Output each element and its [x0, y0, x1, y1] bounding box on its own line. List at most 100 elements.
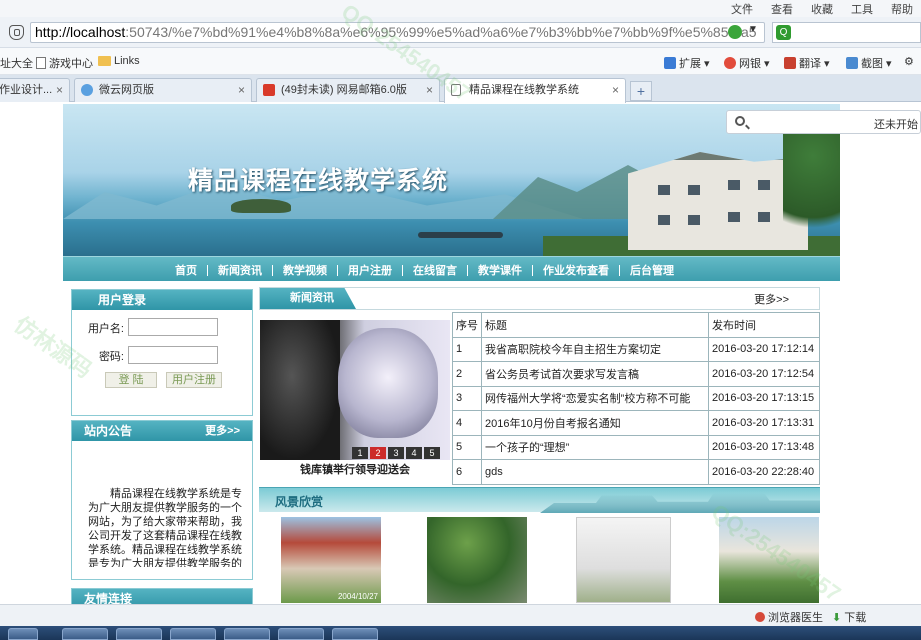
news-title-link[interactable]: 一个孩子的“理想” — [481, 434, 709, 460]
notice-text: 精品课程在线教学系统是专为广大朋友提供教学服务的一个网站，为了给大家带来帮助，我… — [88, 488, 242, 567]
security-shield-icon[interactable] — [9, 25, 24, 40]
browser-doctor-button[interactable]: 浏览器医生 — [755, 609, 823, 625]
site-title: 精品课程在线教学系统 — [188, 166, 449, 195]
password-label: 密码: — [98, 351, 124, 363]
taskbar-button[interactable] — [332, 628, 378, 640]
extensions-button[interactable]: 扩展 ▾ — [664, 55, 710, 71]
slider-dot-active[interactable]: 2 — [370, 447, 386, 459]
menu-view[interactable]: 查看 — [771, 1, 793, 17]
news-title-link[interactable]: 省公务员考试首次要求写发言稿 — [481, 361, 709, 387]
nav-admin[interactable]: 后台管理 — [630, 262, 674, 278]
fav-sites[interactable]: 址大全 — [0, 55, 33, 71]
url-dropdown-icon[interactable]: ▼ — [748, 24, 758, 35]
url-path: :50743/%e7%bd%91%e4%b8%8a%e6%95%99%e5%ad… — [125, 24, 757, 40]
news-title-link[interactable]: 我省高职院校今年自主招生方案切定 — [481, 336, 709, 362]
table-row: 4 2016年10月份自考报名通知 2016-03-20 17:13:31 — [452, 410, 820, 436]
notice-panel: 站内公告 更多>> 精品课程在线教学系统是专为广大朋友提供教学服务的一个网站，为… — [71, 420, 253, 580]
menu-help[interactable]: 帮助 — [891, 1, 913, 17]
nav-homework[interactable]: 作业发布查看 — [543, 262, 609, 278]
notice-title: 站内公告 — [84, 424, 133, 438]
toolbar-search-box[interactable]: Q — [772, 22, 921, 43]
nav-home[interactable]: 首页 — [175, 262, 197, 278]
scenery-photo-3[interactable] — [576, 517, 671, 603]
browser-menubar: » 文件 查看 收藏 工具 帮助 — [0, 0, 921, 17]
status-bar: 浏览器医生 ⬇ 下载 — [0, 604, 921, 626]
nav-register[interactable]: 用户注册 — [348, 262, 392, 278]
new-tab-button[interactable]: + — [630, 81, 652, 101]
tab-close-icon[interactable]: × — [612, 79, 619, 101]
slider-dot[interactable]: 5 — [424, 447, 440, 459]
tab-close-icon[interactable]: × — [426, 79, 433, 101]
notice-more-link[interactable]: 更多>> — [205, 421, 240, 441]
address-bar: http://localhost:50743/%e7%bd%91%e4%b8%8… — [0, 17, 921, 48]
nav-message[interactable]: 在线留言 — [413, 262, 457, 278]
tab-close-icon[interactable]: × — [238, 79, 245, 101]
translate-button[interactable]: 翻译 ▾ — [784, 55, 830, 71]
fav-links[interactable]: Links — [98, 55, 140, 67]
nav-news[interactable]: 新闻资讯 — [218, 262, 262, 278]
news-title-link[interactable]: gds — [481, 459, 709, 485]
page-search-box[interactable]: 还未开始 — [726, 110, 921, 134]
more-tools-icon[interactable]: ⚙ — [904, 55, 914, 68]
taskbar-button[interactable] — [170, 628, 216, 640]
tab-close-icon[interactable]: × — [56, 79, 63, 101]
screenshot-button[interactable]: 截图 ▾ — [846, 55, 892, 71]
page-icon — [36, 57, 46, 69]
news-table-header: 序号 标题 发布时间 — [452, 312, 820, 338]
news-title-link[interactable]: 2016年10月份自考报名通知 — [481, 410, 709, 436]
notice-header: 站内公告 更多>> — [72, 421, 252, 441]
col-time: 发布时间 — [708, 312, 820, 338]
news-tab[interactable]: 新闻资讯 — [260, 288, 356, 309]
url-host: http://localhost — [35, 24, 126, 40]
scenery-title: 风景欣赏 — [275, 495, 324, 509]
login-panel: 用户登录 用户名: 密码: 登 陆 用户注册 — [71, 289, 253, 416]
tab-bar: 作业设计... × 微云网页版 × (49封未读) 网易邮箱6.0版 × 精品课程在线… — [0, 75, 921, 103]
download-button[interactable]: ⬇ 下载 — [832, 609, 866, 625]
download-icon: ⬇ — [832, 611, 842, 624]
password-input[interactable] — [128, 346, 218, 364]
news-title-link[interactable]: 网传福州大学将“恋爱实名制”校方称不可能 — [481, 385, 709, 411]
tab-course-system[interactable]: 精品课程在线教学系统 × — [444, 78, 626, 103]
cloud-icon — [81, 84, 93, 96]
folder-icon — [98, 56, 111, 66]
taskbar-button[interactable] — [116, 628, 162, 640]
tab-weiyun[interactable]: 微云网页版 × — [74, 78, 252, 102]
slider-caption[interactable]: 钱库镇举行领导迎送会 — [260, 461, 450, 477]
slider-dot[interactable]: 3 — [388, 447, 404, 459]
page-status-icon[interactable] — [728, 25, 742, 39]
search-engine-icon[interactable]: Q — [776, 25, 791, 40]
fav-game-center[interactable]: 游戏中心 — [36, 55, 93, 71]
nav-courseware[interactable]: 教学课件 — [478, 262, 522, 278]
username-label: 用户名: — [87, 323, 124, 335]
scenery-header: 风景欣赏 — [259, 487, 820, 513]
bank-icon — [724, 57, 736, 69]
menu-tools[interactable]: 工具 — [851, 1, 873, 17]
online-banking-button[interactable]: 网银 ▾ — [724, 55, 770, 71]
scenery-photo-2[interactable] — [427, 517, 527, 603]
url-input[interactable]: http://localhost:50743/%e7%bd%91%e4%b8%8… — [30, 22, 765, 43]
username-input[interactable] — [128, 318, 218, 336]
taskbar-button[interactable] — [8, 628, 38, 640]
news-more-link[interactable]: 更多>> — [754, 291, 789, 307]
taskbar-button[interactable] — [224, 628, 270, 640]
col-title: 标题 — [481, 312, 709, 338]
scenery-photo-4[interactable] — [719, 517, 819, 603]
news-slider-image[interactable] — [260, 320, 450, 460]
translate-icon — [784, 57, 796, 69]
login-button[interactable]: 登 陆 — [105, 372, 157, 388]
villa-image — [628, 152, 808, 250]
nav-videos[interactable]: 教学视频 — [283, 262, 327, 278]
register-button[interactable]: 用户注册 — [166, 372, 222, 388]
taskbar-button[interactable] — [62, 628, 108, 640]
slider-dot[interactable]: 1 — [352, 447, 368, 459]
table-row: 6 gds 2016-03-20 22:28:40 — [452, 459, 820, 485]
menu-file[interactable]: 文件 — [731, 1, 753, 17]
col-no: 序号 — [452, 312, 482, 338]
tab-homework[interactable]: 作业设计... × — [0, 78, 70, 102]
scenery-photo-1[interactable]: 2004/10/27 — [281, 517, 381, 603]
tab-netease-mail[interactable]: (49封未读) 网易邮箱6.0版 × — [256, 78, 440, 102]
search-hint: 还未开始 — [874, 119, 918, 131]
taskbar-button[interactable] — [278, 628, 324, 640]
slider-dot[interactable]: 4 — [406, 447, 422, 459]
menu-favorites[interactable]: 收藏 — [811, 1, 833, 17]
